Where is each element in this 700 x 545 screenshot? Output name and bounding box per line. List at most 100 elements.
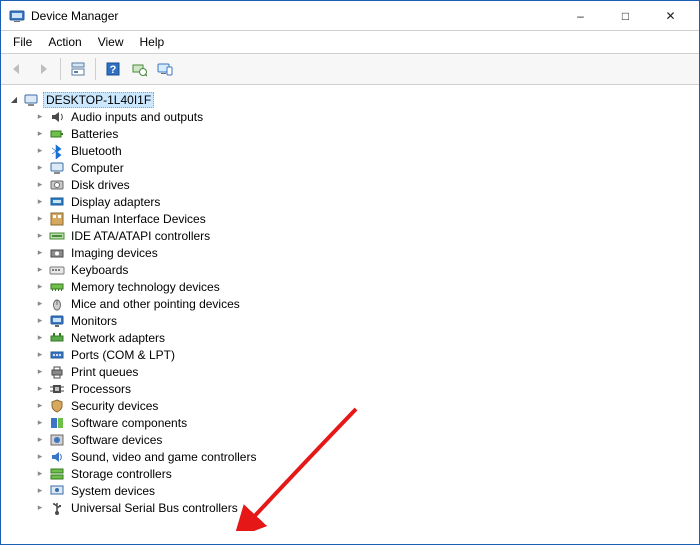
- network-icon: [49, 330, 65, 346]
- expander-icon[interactable]: ▸: [33, 178, 47, 192]
- expander-icon[interactable]: ▸: [33, 399, 47, 413]
- tree-node[interactable]: ▸ IDE ATA/ATAPI controllers: [7, 227, 695, 244]
- tree-node-label: Software components: [69, 415, 189, 431]
- expander-icon[interactable]: ▸: [33, 365, 47, 379]
- minimize-button[interactable]: –: [558, 2, 603, 30]
- memory-icon: [49, 279, 65, 295]
- expander-icon[interactable]: ▸: [33, 246, 47, 260]
- tree-node-label: Mice and other pointing devices: [69, 296, 242, 312]
- tree-node-label: Audio inputs and outputs: [69, 109, 205, 125]
- tree-node[interactable]: ▸ Keyboards: [7, 261, 695, 278]
- tree-node[interactable]: ▸ Processors: [7, 380, 695, 397]
- tree-node-label: Universal Serial Bus controllers: [69, 500, 240, 516]
- expander-icon[interactable]: ◢: [7, 93, 21, 107]
- imaging-icon: [49, 245, 65, 261]
- expander-icon[interactable]: ▸: [33, 297, 47, 311]
- expander-icon[interactable]: ▸: [33, 484, 47, 498]
- expander-icon[interactable]: ▸: [33, 161, 47, 175]
- tree-node[interactable]: ▸ Security devices: [7, 397, 695, 414]
- tree-node-label: Imaging devices: [69, 245, 160, 261]
- tree-node-label: Network adapters: [69, 330, 167, 346]
- devices-button[interactable]: [153, 57, 177, 81]
- tree-node[interactable]: ▸ Batteries: [7, 125, 695, 142]
- tree-node[interactable]: ▸ Sound, video and game controllers: [7, 448, 695, 465]
- close-button[interactable]: ✕: [648, 2, 693, 30]
- tree-node[interactable]: ▸ Imaging devices: [7, 244, 695, 261]
- window-controls: – □ ✕: [558, 2, 693, 30]
- security-icon: [49, 398, 65, 414]
- expander-icon[interactable]: ▸: [33, 467, 47, 481]
- device-tree[interactable]: ◢ DESKTOP-1L40I1F ▸ Audio inputs and out…: [1, 85, 699, 544]
- back-button[interactable]: [5, 57, 29, 81]
- expander-icon[interactable]: ▸: [33, 331, 47, 345]
- expander-icon[interactable]: ▸: [33, 382, 47, 396]
- expander-icon[interactable]: ▸: [33, 144, 47, 158]
- tree-node[interactable]: ▸ Network adapters: [7, 329, 695, 346]
- expander-icon[interactable]: ▸: [33, 348, 47, 362]
- tree-node-label: Print queues: [69, 364, 140, 380]
- expander-icon[interactable]: ▸: [33, 314, 47, 328]
- tree-root-node[interactable]: ◢ DESKTOP-1L40I1F: [7, 91, 695, 108]
- tree-node[interactable]: ▸ Universal Serial Bus controllers: [7, 499, 695, 516]
- tree-node[interactable]: ▸ Software devices: [7, 431, 695, 448]
- expander-icon[interactable]: ▸: [33, 280, 47, 294]
- tree-node-label: Ports (COM & LPT): [69, 347, 177, 363]
- expander-icon[interactable]: ▸: [33, 501, 47, 515]
- menu-view[interactable]: View: [90, 33, 132, 51]
- tree-node-label: Human Interface Devices: [69, 211, 208, 227]
- tree-node-label: Security devices: [69, 398, 160, 414]
- system-icon: [49, 483, 65, 499]
- software-component-icon: [49, 415, 65, 431]
- tree-node-label: Batteries: [69, 126, 120, 142]
- tree-node[interactable]: ▸ Print queues: [7, 363, 695, 380]
- properties-button[interactable]: [66, 57, 90, 81]
- sound-icon: [49, 449, 65, 465]
- menu-action[interactable]: Action: [40, 33, 89, 51]
- tree-node[interactable]: ▸ Monitors: [7, 312, 695, 329]
- expander-icon[interactable]: ▸: [33, 416, 47, 430]
- toolbar-separator: [95, 58, 96, 80]
- tree-node[interactable]: ▸ Software components: [7, 414, 695, 431]
- tree-node-label: Sound, video and game controllers: [69, 449, 258, 465]
- tree-node[interactable]: ▸ System devices: [7, 482, 695, 499]
- processor-icon: [49, 381, 65, 397]
- tree-node[interactable]: ▸ Memory technology devices: [7, 278, 695, 295]
- forward-button[interactable]: [31, 57, 55, 81]
- tree-node-label: Computer: [69, 160, 126, 176]
- tree-node[interactable]: ▸ Computer: [7, 159, 695, 176]
- keyboard-icon: [49, 262, 65, 278]
- maximize-button[interactable]: □: [603, 2, 648, 30]
- expander-icon[interactable]: ▸: [33, 110, 47, 124]
- tree-node[interactable]: ▸ Ports (COM & LPT): [7, 346, 695, 363]
- tree-node[interactable]: ▸ Bluetooth: [7, 142, 695, 159]
- ide-icon: [49, 228, 65, 244]
- toolbar-separator: [60, 58, 61, 80]
- menu-help[interactable]: Help: [132, 33, 173, 51]
- tree-node[interactable]: ▸ Storage controllers: [7, 465, 695, 482]
- tree-node[interactable]: ▸ Mice and other pointing devices: [7, 295, 695, 312]
- expander-icon[interactable]: ▸: [33, 195, 47, 209]
- tree-node-label: Monitors: [69, 313, 119, 329]
- tree-node-label: Bluetooth: [69, 143, 124, 159]
- hid-icon: [49, 211, 65, 227]
- tree-node-label: Software devices: [69, 432, 164, 448]
- help-button[interactable]: ?: [101, 57, 125, 81]
- usb-icon: [49, 500, 65, 516]
- expander-icon[interactable]: ▸: [33, 229, 47, 243]
- scan-hardware-button[interactable]: [127, 57, 151, 81]
- tree-node[interactable]: ▸ Audio inputs and outputs: [7, 108, 695, 125]
- tree-node[interactable]: ▸ Display adapters: [7, 193, 695, 210]
- expander-icon[interactable]: ▸: [33, 127, 47, 141]
- ports-icon: [49, 347, 65, 363]
- menu-file[interactable]: File: [5, 33, 40, 51]
- tree-node[interactable]: ▸ Human Interface Devices: [7, 210, 695, 227]
- tree-node-label: Processors: [69, 381, 133, 397]
- expander-icon[interactable]: ▸: [33, 263, 47, 277]
- expander-icon[interactable]: ▸: [33, 212, 47, 226]
- audio-icon: [49, 109, 65, 125]
- tree-node[interactable]: ▸ Disk drives: [7, 176, 695, 193]
- expander-icon[interactable]: ▸: [33, 433, 47, 447]
- expander-icon[interactable]: ▸: [33, 450, 47, 464]
- tree-node-label: Keyboards: [69, 262, 130, 278]
- toolbar: ?: [1, 53, 699, 85]
